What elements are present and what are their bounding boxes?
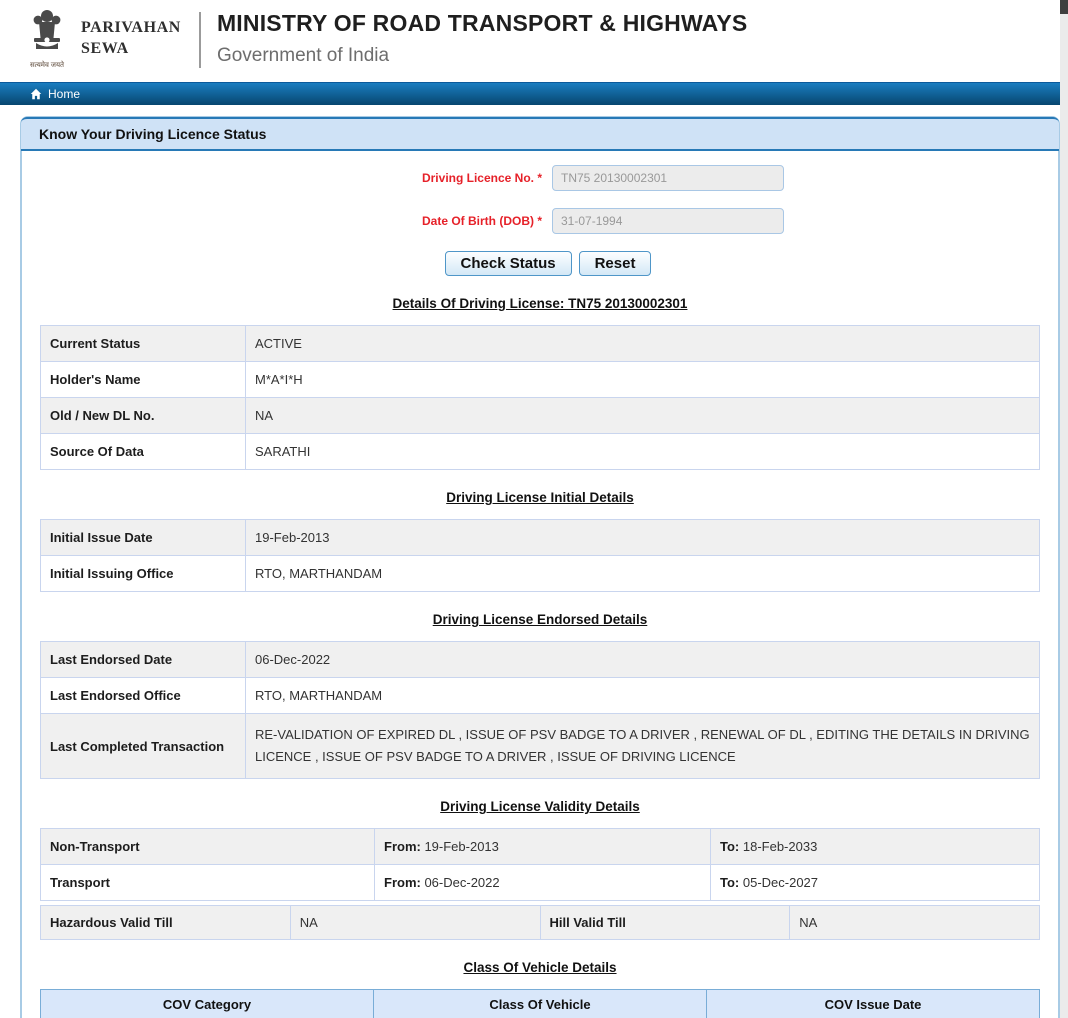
reset-button[interactable]: Reset xyxy=(578,251,652,276)
table-row: Current Status ACTIVE xyxy=(40,325,1040,362)
row-value: RTO, MARTHANDAM xyxy=(245,555,1040,592)
scrollbar-thumb[interactable] xyxy=(1060,0,1068,14)
table-row: Old / New DL No. NA xyxy=(40,397,1040,434)
hill-label: Hill Valid Till xyxy=(539,905,791,941)
row-label: Source Of Data xyxy=(40,433,246,470)
cov-header-row: COV Category Class Of Vehicle COV Issue … xyxy=(40,989,1040,1018)
cov-heading: Class Of Vehicle Details xyxy=(463,960,617,976)
table-row: Non-Transport From: 19-Feb-2013 To: 18-F… xyxy=(40,828,1040,866)
parivahan-sewa-logo: PARIVAHAN SEWA xyxy=(81,18,181,60)
row-label: Holder's Name xyxy=(40,361,246,398)
row-label: Old / New DL No. xyxy=(40,397,246,434)
row-value: M*A*I*H xyxy=(245,361,1040,398)
cov-col-header: COV Issue Date xyxy=(706,989,1040,1018)
dl-number-input[interactable] xyxy=(552,165,784,191)
dl-number-label: Driving Licence No. * xyxy=(421,171,542,185)
initial-details-heading: Driving License Initial Details xyxy=(446,490,634,505)
nav-home-link[interactable]: Home xyxy=(30,87,80,101)
panel-body: Driving Licence No. * Date Of Birth (DOB… xyxy=(22,151,1058,1018)
table-row: Initial Issue Date 19-Feb-2013 xyxy=(40,519,1040,556)
header-divider xyxy=(198,12,201,68)
hazardous-value: NA xyxy=(289,905,541,941)
dl-number-row: Driving Licence No. * xyxy=(40,165,1040,191)
details-table: Current Status ACTIVE Holder's Name M*A*… xyxy=(40,325,1040,470)
logo-line2: SEWA xyxy=(81,39,129,57)
table-row: Source Of Data SARATHI xyxy=(40,433,1040,470)
ministry-title: MINISTRY OF ROAD TRANSPORT & HIGHWAYS xyxy=(216,10,748,36)
site-header: सत्यमेव जयते PARIVAHAN SEWA MINISTRY OF … xyxy=(0,0,1068,82)
validity-table: Non-Transport From: 19-Feb-2013 To: 18-F… xyxy=(40,828,1040,902)
table-row: Hazardous Valid Till NA Hill Valid Till … xyxy=(40,905,1040,941)
row-from: From: 06-Dec-2022 xyxy=(374,864,711,902)
dl-status-panel: Know Your Driving Licence Status Driving… xyxy=(20,116,1060,1018)
row-value: RE-VALIDATION OF EXPIRED DL , ISSUE OF P… xyxy=(245,712,1040,780)
table-row: Holder's Name M*A*I*H xyxy=(40,361,1040,398)
ashoka-emblem-icon xyxy=(33,10,61,49)
to-label: To: xyxy=(720,839,740,855)
main-navbar: Home xyxy=(0,82,1068,105)
dob-label: Date Of Birth (DOB) * xyxy=(422,214,542,228)
row-value: SARATHI xyxy=(245,433,1040,470)
row-label: Transport xyxy=(40,864,375,902)
to-value: 05-Dec-2027 xyxy=(739,875,819,891)
emblem-caption: सत्यमेव जयते xyxy=(29,62,65,69)
row-value: RTO, MARTHANDAM xyxy=(245,677,1040,714)
vertical-scrollbar[interactable] xyxy=(1060,0,1068,1018)
hill-value: NA xyxy=(789,905,1040,941)
table-row: Last Endorsed Office RTO, MARTHANDAM xyxy=(40,677,1040,714)
panel-title: Know Your Driving Licence Status xyxy=(21,117,1059,151)
from-value: 19-Feb-2013 xyxy=(420,839,499,855)
hazard-hill-table: Hazardous Valid Till NA Hill Valid Till … xyxy=(40,905,1040,941)
row-label: Last Completed Transaction xyxy=(40,712,246,780)
cov-table: COV Category Class Of Vehicle COV Issue … xyxy=(40,989,1040,1018)
row-label: Non-Transport xyxy=(40,828,375,866)
table-row: Transport From: 06-Dec-2022 To: 05-Dec-2… xyxy=(40,864,1040,902)
row-value: ACTIVE xyxy=(245,325,1040,362)
home-icon xyxy=(30,88,42,100)
row-label: Initial Issuing Office xyxy=(40,555,246,592)
row-to: To: 18-Feb-2033 xyxy=(710,828,1040,866)
validity-details-heading: Driving License Validity Details xyxy=(440,799,640,815)
details-heading: Details Of Driving License: TN75 2013000… xyxy=(392,296,688,311)
row-value: 19-Feb-2013 xyxy=(245,519,1040,556)
cov-col-header: Class Of Vehicle xyxy=(373,989,707,1018)
row-value: NA xyxy=(245,397,1040,434)
row-label: Last Endorsed Office xyxy=(40,677,246,714)
hazardous-label: Hazardous Valid Till xyxy=(40,905,291,941)
row-value: 06-Dec-2022 xyxy=(245,641,1040,678)
to-value: 18-Feb-2033 xyxy=(739,839,818,855)
government-subtitle: Government of India xyxy=(216,45,390,66)
logo-line1: PARIVAHAN xyxy=(81,19,181,36)
nav-home-label: Home xyxy=(48,87,81,101)
from-value: 06-Dec-2022 xyxy=(420,875,500,891)
table-row: Last Endorsed Date 06-Dec-2022 xyxy=(40,641,1040,678)
initial-details-table: Initial Issue Date 19-Feb-2013 Initial I… xyxy=(40,519,1040,592)
dob-row: Date Of Birth (DOB) * xyxy=(40,208,1040,234)
ministry-block: MINISTRY OF ROAD TRANSPORT & HIGHWAYS Go… xyxy=(217,8,747,67)
cov-col-header: COV Category xyxy=(40,989,374,1018)
row-label: Last Endorsed Date xyxy=(40,641,246,678)
endorsed-details-table: Last Endorsed Date 06-Dec-2022 Last Endo… xyxy=(40,641,1040,780)
to-label: To: xyxy=(720,875,740,891)
from-label: From: xyxy=(384,875,421,891)
endorsed-details-heading: Driving License Endorsed Details xyxy=(432,612,648,627)
dob-input[interactable] xyxy=(552,208,784,234)
form-buttons: Check Status Reset xyxy=(56,251,1040,276)
table-row: Initial Issuing Office RTO, MARTHANDAM xyxy=(40,555,1040,592)
from-label: From: xyxy=(384,839,421,855)
india-emblem-logo: सत्यमेव जयते xyxy=(25,8,69,70)
row-label: Current Status xyxy=(40,325,246,362)
row-from: From: 19-Feb-2013 xyxy=(374,828,711,866)
row-to: To: 05-Dec-2027 xyxy=(710,864,1040,902)
check-status-button[interactable]: Check Status xyxy=(444,251,572,276)
table-row: Last Completed Transaction RE-VALIDATION… xyxy=(40,712,1040,780)
row-label: Initial Issue Date xyxy=(40,519,246,556)
